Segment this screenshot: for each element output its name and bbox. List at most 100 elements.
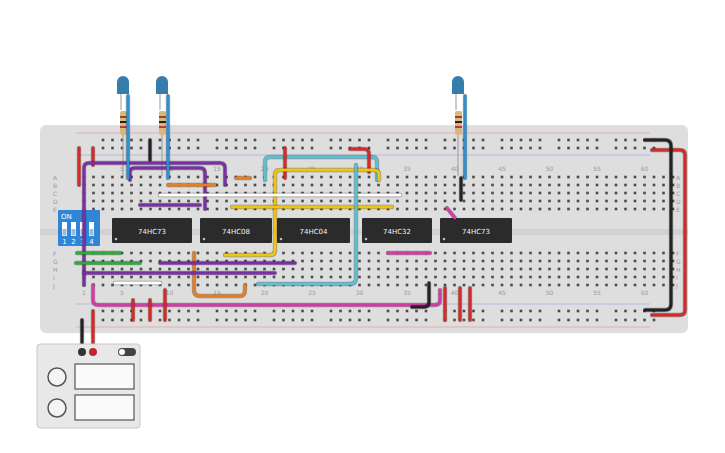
hole[interactable]	[596, 200, 599, 203]
wire-core[interactable]	[652, 150, 685, 315]
hole[interactable]	[187, 200, 190, 203]
rail-hole[interactable]	[368, 319, 371, 322]
hole[interactable]	[643, 176, 646, 179]
wire-core[interactable]	[236, 177, 250, 180]
hole[interactable]	[273, 268, 276, 271]
hole[interactable]	[254, 276, 257, 279]
hole[interactable]	[406, 208, 409, 211]
hole[interactable]	[102, 200, 105, 203]
hole[interactable]	[358, 184, 361, 187]
hole[interactable]	[444, 276, 447, 279]
wire-core[interactable]	[167, 96, 170, 178]
chip-body[interactable]	[200, 218, 272, 243]
hole[interactable]	[187, 176, 190, 179]
hole[interactable]	[121, 208, 124, 211]
hole[interactable]	[482, 268, 485, 271]
hole[interactable]	[662, 208, 665, 211]
rail-hole[interactable]	[596, 147, 599, 150]
hole[interactable]	[415, 284, 418, 287]
hole[interactable]	[605, 260, 608, 263]
hole[interactable]	[197, 268, 200, 271]
hole[interactable]	[586, 252, 589, 255]
led-dome[interactable]	[156, 76, 168, 94]
rail-hole[interactable]	[311, 147, 314, 150]
hole[interactable]	[339, 276, 342, 279]
wire[interactable]	[388, 253, 430, 254]
wire[interactable]	[160, 195, 400, 196]
rail-hole[interactable]	[596, 310, 599, 313]
rail-hole[interactable]	[501, 147, 504, 150]
hole[interactable]	[653, 252, 656, 255]
hole[interactable]	[311, 252, 314, 255]
rail-hole[interactable]	[520, 310, 523, 313]
hole[interactable]	[482, 200, 485, 203]
hole[interactable]	[149, 184, 152, 187]
rail-hole[interactable]	[586, 139, 589, 142]
hole[interactable]	[244, 200, 247, 203]
hole[interactable]	[653, 276, 656, 279]
hole[interactable]	[662, 200, 665, 203]
hole[interactable]	[520, 268, 523, 271]
hole[interactable]	[472, 176, 475, 179]
hole[interactable]	[339, 260, 342, 263]
hole[interactable]	[387, 284, 390, 287]
hole[interactable]	[368, 252, 371, 255]
rail-hole[interactable]	[387, 319, 390, 322]
hole[interactable]	[653, 200, 656, 203]
hole[interactable]	[605, 252, 608, 255]
rail-hole[interactable]	[482, 139, 485, 142]
hole[interactable]	[453, 184, 456, 187]
hole[interactable]	[406, 184, 409, 187]
hole[interactable]	[529, 184, 532, 187]
hole[interactable]	[434, 192, 437, 195]
hole[interactable]	[453, 284, 456, 287]
hole[interactable]	[482, 276, 485, 279]
hole[interactable]	[349, 200, 352, 203]
hole[interactable]	[434, 200, 437, 203]
hole[interactable]	[387, 184, 390, 187]
rail-hole[interactable]	[624, 319, 627, 322]
hole[interactable]	[653, 284, 656, 287]
hole[interactable]	[282, 200, 285, 203]
wire[interactable]	[133, 300, 134, 320]
rail-hole[interactable]	[254, 147, 257, 150]
rail-hole[interactable]	[235, 310, 238, 313]
hole[interactable]	[130, 208, 133, 211]
hole[interactable]	[387, 268, 390, 271]
rail-hole[interactable]	[596, 319, 599, 322]
hole[interactable]	[596, 260, 599, 263]
rail-hole[interactable]	[444, 147, 447, 150]
hole[interactable]	[662, 192, 665, 195]
hole[interactable]	[520, 208, 523, 211]
wire[interactable]	[461, 178, 462, 200]
rail-hole[interactable]	[197, 139, 200, 142]
rail-hole[interactable]	[121, 310, 124, 313]
hole[interactable]	[624, 184, 627, 187]
hole[interactable]	[320, 200, 323, 203]
hole[interactable]	[586, 276, 589, 279]
hole[interactable]	[396, 176, 399, 179]
rail-hole[interactable]	[244, 139, 247, 142]
wire[interactable]	[93, 311, 94, 348]
hole[interactable]	[206, 268, 209, 271]
hole[interactable]	[320, 184, 323, 187]
hole[interactable]	[263, 200, 266, 203]
hole[interactable]	[320, 276, 323, 279]
hole[interactable]	[244, 276, 247, 279]
hole[interactable]	[415, 276, 418, 279]
wire-core[interactable]	[232, 206, 392, 209]
hole[interactable]	[292, 200, 295, 203]
hole[interactable]	[558, 176, 561, 179]
wire-core[interactable]	[464, 96, 467, 178]
dip-toggle[interactable]: 1	[62, 222, 67, 246]
hole[interactable]	[216, 200, 219, 203]
hole[interactable]	[149, 208, 152, 211]
rail-hole[interactable]	[254, 139, 257, 142]
rail-hole[interactable]	[349, 310, 352, 313]
hole[interactable]	[159, 268, 162, 271]
hole[interactable]	[130, 184, 133, 187]
hole[interactable]	[216, 208, 219, 211]
rail-hole[interactable]	[197, 319, 200, 322]
rail-hole[interactable]	[254, 319, 257, 322]
rail-hole[interactable]	[472, 147, 475, 150]
